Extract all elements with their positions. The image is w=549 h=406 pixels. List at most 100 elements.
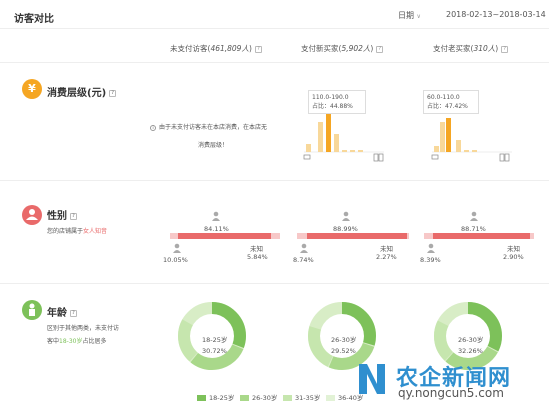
female-icon xyxy=(342,211,350,221)
donut-range: 26-30岁 xyxy=(331,336,357,344)
bar xyxy=(350,150,355,152)
header-divider xyxy=(0,28,549,29)
age-desc-line2: 客中18-30岁占比居多 xyxy=(47,336,106,345)
bar xyxy=(472,150,477,152)
donut-pct: 30.72% xyxy=(202,347,227,355)
info-icon: i xyxy=(150,125,156,131)
bar xyxy=(434,146,439,152)
help-icon[interactable]: ? xyxy=(70,309,77,317)
help-icon[interactable]: ? xyxy=(70,212,77,220)
bar xyxy=(456,140,461,152)
column-header-old-buyer: 支付老买家(310人)? xyxy=(433,43,509,54)
column-label: 支付新买家 xyxy=(301,44,339,53)
help-icon[interactable]: ? xyxy=(254,45,262,53)
bar xyxy=(334,134,339,152)
gender-title: 性别? xyxy=(47,207,77,222)
female-pct: 84.11% xyxy=(204,225,229,233)
gender-desc: 您的店铺属于女人知音 xyxy=(47,226,107,235)
female-icon xyxy=(212,211,220,221)
date-type-select[interactable]: 日期 ∨ xyxy=(398,10,421,21)
watermark-sub: qy.nongcun5.com xyxy=(398,386,504,400)
bar xyxy=(358,150,363,152)
female-icon xyxy=(470,211,478,221)
unknown-pct: 2.27% xyxy=(376,253,397,261)
column-count: 5,902人 xyxy=(341,44,371,53)
legend-swatch xyxy=(326,395,335,401)
legend-item: 31-35岁 xyxy=(283,392,320,402)
gender-bar xyxy=(424,233,534,239)
bar xyxy=(464,150,469,152)
legend-label: 26-30岁 xyxy=(252,394,278,402)
help-icon[interactable]: ? xyxy=(501,45,509,53)
note-line-2: 消费层级！ xyxy=(198,142,229,149)
gender-bar-female xyxy=(307,233,407,239)
unknown-pct: 5.84% xyxy=(247,253,268,261)
gender-bar-track xyxy=(170,233,280,239)
consumption-chart-new-buyer xyxy=(303,114,384,162)
male-pct: 8.39% xyxy=(420,256,441,264)
section-title-text: 消费层级(元) xyxy=(47,88,107,99)
desc-text: 客中 xyxy=(47,338,60,345)
donut-pct: 29.52% xyxy=(331,347,356,355)
gender-bar-track xyxy=(424,233,534,239)
watermark-logo-icon xyxy=(359,364,385,394)
unknown-label: 未知 xyxy=(507,245,520,253)
page-title: 访客对比 xyxy=(14,14,54,25)
gender-bar-track xyxy=(297,233,409,239)
section-title-text: 年龄 xyxy=(47,308,67,319)
bar xyxy=(318,122,323,152)
donut-range: 26-30岁 xyxy=(458,336,484,344)
gender-bar xyxy=(297,233,409,239)
divider xyxy=(0,283,549,284)
coin-icon xyxy=(431,154,439,160)
section-title-text: 性别 xyxy=(47,211,67,222)
legend-swatch xyxy=(240,395,249,401)
male-icon xyxy=(427,243,435,253)
column-header-new-buyer: 支付新买家(5,902人)? xyxy=(301,43,384,54)
consumption-title: 消费层级(元)? xyxy=(47,84,117,99)
bar xyxy=(342,150,347,152)
column-count: 310人 xyxy=(473,44,496,53)
column-count: 461,809人 xyxy=(210,44,249,53)
desc-text: 占比居多 xyxy=(82,338,107,345)
desc-highlight: 18-30岁 xyxy=(59,338,83,345)
bar xyxy=(306,144,311,152)
age-desc-line1: 区别于其他两类，未支付访 xyxy=(47,325,120,332)
date-range[interactable]: 2018-02-13~2018-03-14 xyxy=(446,10,546,19)
tooltip-range: 60.0-110.0 xyxy=(427,94,460,101)
gender-bar-female xyxy=(433,233,530,239)
coin-icon xyxy=(303,154,311,160)
male-pct: 10.05% xyxy=(163,256,188,264)
unknown-label: 未知 xyxy=(380,245,393,253)
divider xyxy=(0,62,549,63)
tooltip-range: 110.0-190.0 xyxy=(312,94,349,101)
column-header-unpaid: 未支付访客(461,809人)? xyxy=(170,43,262,54)
donut-pct: 32.26% xyxy=(458,347,483,355)
date-type-label: 日期 xyxy=(398,11,414,20)
unknown-pct: 2.90% xyxy=(503,253,524,261)
consumption-chart-old-buyer xyxy=(431,118,512,162)
male-pct: 8.74% xyxy=(293,256,314,264)
help-icon[interactable]: ? xyxy=(376,45,384,53)
person-age-icon xyxy=(22,300,42,320)
female-pct: 88.99% xyxy=(333,225,358,233)
age-title: 年龄? xyxy=(47,304,77,319)
legend-label: 31-35岁 xyxy=(295,394,321,402)
consumption-note: i 由于未支付访客未在本店消费，在本店无 xyxy=(150,122,267,131)
coin-stack-icon xyxy=(378,153,384,162)
column-label: 未支付访客 xyxy=(170,44,208,53)
legend-swatch xyxy=(197,395,206,401)
donut-range: 18-25岁 xyxy=(202,336,228,344)
desc-text: 您的店铺属于 xyxy=(47,228,84,235)
bar xyxy=(440,122,445,152)
legend-item: 26-30岁 xyxy=(240,392,277,402)
coin-stack-icon xyxy=(373,153,379,162)
help-icon[interactable]: ? xyxy=(109,89,117,97)
legend-item: 18-25岁 xyxy=(197,392,234,402)
unknown-label: 未知 xyxy=(250,245,263,253)
male-icon xyxy=(173,243,181,253)
note-line: 由于未支付访客未在本店消费，在本店无 xyxy=(159,124,268,131)
desc-highlight: 女人知音 xyxy=(83,228,108,235)
people-icon xyxy=(22,205,42,225)
gender-bar xyxy=(170,233,280,239)
